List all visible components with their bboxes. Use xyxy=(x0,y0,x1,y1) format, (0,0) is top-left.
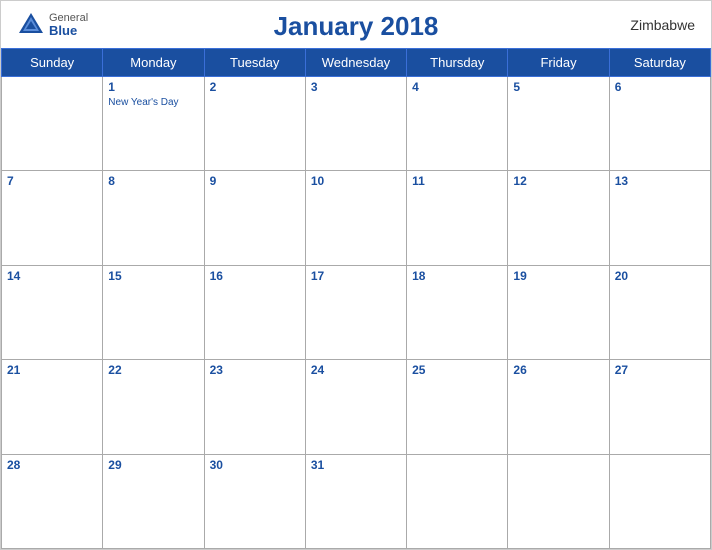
day-number: 3 xyxy=(311,80,401,94)
calendar-cell: 10 xyxy=(305,171,406,265)
day-number: 23 xyxy=(210,363,300,377)
calendar-title: January 2018 xyxy=(274,11,439,42)
day-number: 27 xyxy=(615,363,705,377)
weekday-header-wednesday: Wednesday xyxy=(305,49,406,77)
calendar-cell xyxy=(609,454,710,548)
day-number: 12 xyxy=(513,174,603,188)
day-number: 17 xyxy=(311,269,401,283)
day-number: 4 xyxy=(412,80,502,94)
calendar-cell xyxy=(2,77,103,171)
holiday-label: New Year's Day xyxy=(108,96,198,109)
day-number: 15 xyxy=(108,269,198,283)
day-number: 21 xyxy=(7,363,97,377)
calendar-cell: 14 xyxy=(2,265,103,359)
day-number: 13 xyxy=(615,174,705,188)
weekday-header-friday: Friday xyxy=(508,49,609,77)
day-number: 22 xyxy=(108,363,198,377)
calendar-cell: 13 xyxy=(609,171,710,265)
calendar-cell: 27 xyxy=(609,360,710,454)
calendar-cell: 1 New Year's Day xyxy=(103,77,204,171)
calendar-cell: 18 xyxy=(407,265,508,359)
calendar-cell: 15 xyxy=(103,265,204,359)
calendar-cell: 29 xyxy=(103,454,204,548)
calendar-cell xyxy=(508,454,609,548)
weekday-header-saturday: Saturday xyxy=(609,49,710,77)
calendar-cell: 17 xyxy=(305,265,406,359)
calendar-cell: 6 xyxy=(609,77,710,171)
day-number: 20 xyxy=(615,269,705,283)
weekday-header-monday: Monday xyxy=(103,49,204,77)
calendar-cell: 30 xyxy=(204,454,305,548)
calendar-cell: 9 xyxy=(204,171,305,265)
country-label: Zimbabwe xyxy=(630,17,695,33)
day-number: 7 xyxy=(7,174,97,188)
calendar-cell: 21 xyxy=(2,360,103,454)
day-number: 16 xyxy=(210,269,300,283)
logo-blue-text: Blue xyxy=(49,24,88,37)
weekday-header-tuesday: Tuesday xyxy=(204,49,305,77)
calendar-cell: 24 xyxy=(305,360,406,454)
calendar-cell: 22 xyxy=(103,360,204,454)
calendar-cell: 7 xyxy=(2,171,103,265)
calendar-container: General Blue January 2018 Zimbabwe Sunda… xyxy=(0,0,712,550)
calendar-cell: 11 xyxy=(407,171,508,265)
calendar-cell: 12 xyxy=(508,171,609,265)
calendar-table: SundayMondayTuesdayWednesdayThursdayFrid… xyxy=(1,48,711,549)
calendar-cell: 2 xyxy=(204,77,305,171)
weekday-header-thursday: Thursday xyxy=(407,49,508,77)
calendar-cell: 28 xyxy=(2,454,103,548)
day-number: 18 xyxy=(412,269,502,283)
day-number: 9 xyxy=(210,174,300,188)
day-number: 28 xyxy=(7,458,97,472)
day-number: 11 xyxy=(412,174,502,188)
week-row-4: 21 22 23 24 25 26 27 xyxy=(2,360,711,454)
logo-icon xyxy=(17,11,45,39)
day-number: 19 xyxy=(513,269,603,283)
day-number: 26 xyxy=(513,363,603,377)
calendar-cell: 5 xyxy=(508,77,609,171)
week-row-2: 789 10 11 12 13 xyxy=(2,171,711,265)
week-row-5: 28 29 30 31 xyxy=(2,454,711,548)
week-row-3: 14 15 16 17 18 19 20 xyxy=(2,265,711,359)
logo-text: General Blue xyxy=(49,13,88,37)
calendar-cell: 8 xyxy=(103,171,204,265)
day-number: 5 xyxy=(513,80,603,94)
day-number: 31 xyxy=(311,458,401,472)
calendar-cell: 19 xyxy=(508,265,609,359)
day-number: 8 xyxy=(108,174,198,188)
calendar-cell: 31 xyxy=(305,454,406,548)
calendar-cell: 23 xyxy=(204,360,305,454)
week-row-1: 1 New Year's Day 23456 xyxy=(2,77,711,171)
calendar-cell: 20 xyxy=(609,265,710,359)
day-number: 10 xyxy=(311,174,401,188)
day-number: 14 xyxy=(7,269,97,283)
calendar-cell: 4 xyxy=(407,77,508,171)
calendar-header: General Blue January 2018 Zimbabwe xyxy=(1,1,711,48)
day-number: 25 xyxy=(412,363,502,377)
weekday-header-row: SundayMondayTuesdayWednesdayThursdayFrid… xyxy=(2,49,711,77)
day-number: 29 xyxy=(108,458,198,472)
calendar-cell: 16 xyxy=(204,265,305,359)
day-number: 2 xyxy=(210,80,300,94)
calendar-cell: 3 xyxy=(305,77,406,171)
calendar-cell: 26 xyxy=(508,360,609,454)
day-number: 24 xyxy=(311,363,401,377)
day-number: 1 xyxy=(108,80,198,94)
calendar-cell: 25 xyxy=(407,360,508,454)
day-number: 30 xyxy=(210,458,300,472)
calendar-cell xyxy=(407,454,508,548)
weekday-header-sunday: Sunday xyxy=(2,49,103,77)
day-number: 6 xyxy=(615,80,705,94)
logo: General Blue xyxy=(17,11,88,39)
